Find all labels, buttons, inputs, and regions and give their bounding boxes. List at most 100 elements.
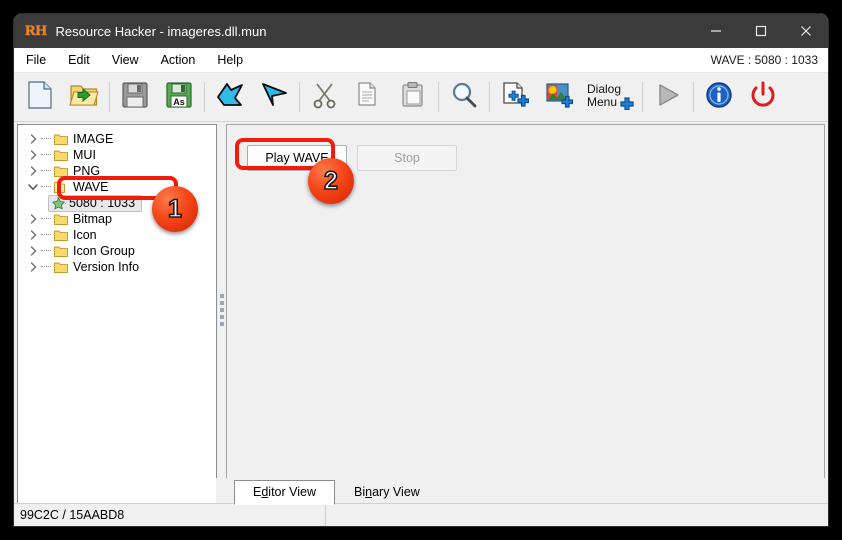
new-file-icon (26, 80, 54, 115)
chevron-right-icon[interactable] (26, 227, 40, 243)
paste-icon (400, 81, 426, 114)
folder-icon (54, 133, 68, 145)
tree-connector (57, 203, 66, 205)
toolbar-separator (642, 82, 643, 112)
maximize-button[interactable] (738, 14, 783, 48)
tree-node-label: IMAGE (73, 132, 114, 146)
chevron-right-icon[interactable] (26, 243, 40, 259)
tree-node-version-info[interactable]: Version Info (18, 259, 216, 275)
tree-node-icon-group[interactable]: Icon Group (18, 243, 216, 259)
new-file-button[interactable] (18, 75, 62, 119)
about-button[interactable] (697, 75, 741, 119)
toolbar-separator (438, 82, 439, 112)
tree-node-label: Version Info (73, 260, 140, 274)
toolbar: As Dialog Menu (14, 73, 828, 122)
folder-open-icon (54, 181, 68, 193)
add-dialog-menu-button[interactable]: Dialog Menu (581, 75, 639, 119)
folder-icon (54, 149, 68, 161)
add-image-resource-button[interactable] (537, 75, 581, 119)
copy-icon (356, 81, 382, 114)
tree-node-5080-1033[interactable]: 5080 : 1033 (18, 194, 216, 212)
play-wave-button[interactable]: Play WAVE (247, 145, 347, 171)
panel-splitter[interactable] (217, 122, 226, 508)
tab-label-prefix: Bi (354, 485, 366, 499)
view-resource-button[interactable] (252, 75, 296, 119)
dialog-label-line2: Menu (587, 95, 617, 109)
paste-button[interactable] (391, 75, 435, 119)
cut-icon (312, 81, 338, 114)
tab-label-suffix: ary View (372, 485, 420, 499)
dialog-label-line1: Dialog (587, 82, 621, 96)
window-controls (693, 14, 828, 48)
main-body: IMAGE MUI PNG WAVE 5080: 1033 Bitmap Ic… (14, 122, 828, 508)
minimize-button[interactable] (693, 14, 738, 48)
tree-node-label: PNG (73, 164, 101, 178)
menu-help[interactable]: Help (207, 49, 253, 71)
folder-icon (54, 213, 68, 225)
add-binary-resource-icon (501, 81, 530, 114)
tree-node-label: 5080 : 1033 (69, 196, 136, 210)
tree-node-label: Icon Group (73, 244, 135, 258)
save-as-button[interactable]: As (157, 75, 201, 119)
compile-script-button[interactable] (208, 75, 252, 119)
tree-node-wave[interactable]: WAVE (18, 179, 216, 195)
resource-tree-panel[interactable]: IMAGE MUI PNG WAVE 5080: 1033 Bitmap Ic… (17, 124, 217, 506)
tab-editor-view[interactable]: Editor View (234, 480, 336, 505)
resource-hacker-window: RH Resource Hacker - imageres.dll.mun Fi… (14, 14, 828, 526)
tree-connector (40, 163, 54, 179)
splitter-grip[interactable] (220, 294, 224, 328)
save-icon (121, 81, 149, 114)
add-dialog-menu-icon: Dialog Menu (583, 80, 637, 115)
toolbar-separator (204, 82, 205, 112)
tree-node-png[interactable]: PNG (18, 163, 216, 179)
tree-connector (40, 259, 54, 275)
folder-icon (54, 261, 68, 273)
toolbar-separator (109, 82, 110, 112)
tree-connector (40, 243, 54, 259)
add-binary-resource-button[interactable] (493, 75, 537, 119)
svg-text:As: As (173, 97, 185, 107)
run-button[interactable] (646, 75, 690, 119)
tree-node-label: Icon (73, 228, 97, 242)
tree-node-image[interactable]: IMAGE (18, 131, 216, 147)
tree-connector (40, 179, 54, 195)
tree-node-bitmap[interactable]: Bitmap (18, 211, 216, 227)
chevron-right-icon[interactable] (26, 163, 40, 179)
toolbar-separator (489, 82, 490, 112)
close-button[interactable] (783, 14, 828, 48)
tree-node-label: Bitmap (73, 212, 112, 226)
search-icon (450, 81, 478, 114)
compile-script-icon (215, 81, 245, 114)
wave-controls: Play WAVE Stop (247, 145, 457, 171)
menu-file[interactable]: File (16, 49, 56, 71)
chevron-right-icon[interactable] (26, 211, 40, 227)
menu-view[interactable]: View (102, 49, 149, 71)
open-file-button[interactable] (62, 75, 106, 119)
save-as-icon: As (165, 81, 193, 114)
cut-button[interactable] (303, 75, 347, 119)
menu-edit[interactable]: Edit (58, 49, 100, 71)
open-file-icon (69, 81, 99, 114)
tab-label-suffix: itor View (268, 485, 317, 499)
chevron-down-icon[interactable] (26, 179, 40, 195)
info-icon (705, 81, 733, 114)
exit-button[interactable] (741, 75, 785, 119)
chevron-right-icon[interactable] (26, 131, 40, 147)
resource-tree: IMAGE MUI PNG WAVE 5080: 1033 Bitmap Ic… (18, 125, 216, 275)
status-bar: 99C2C / 15AABD8 (14, 503, 828, 526)
tree-node-mui[interactable]: MUI (18, 147, 216, 163)
find-button[interactable] (442, 75, 486, 119)
resource-info-label: WAVE : 5080 : 1033 (710, 53, 818, 67)
save-button[interactable] (113, 75, 157, 119)
tree-node-icon[interactable]: Icon (18, 227, 216, 243)
editor-content-panel: Play WAVE Stop (226, 124, 825, 506)
tab-binary-view[interactable]: Binary View (335, 480, 439, 505)
toolbar-separator (693, 82, 694, 112)
chevron-right-icon[interactable] (26, 259, 40, 275)
window-title: Resource Hacker - imageres.dll.mun (55, 23, 267, 39)
stop-button[interactable]: Stop (357, 145, 457, 171)
copy-button[interactable] (347, 75, 391, 119)
play-triangle-icon (654, 81, 682, 114)
menu-action[interactable]: Action (151, 49, 206, 71)
chevron-right-icon[interactable] (26, 147, 40, 163)
